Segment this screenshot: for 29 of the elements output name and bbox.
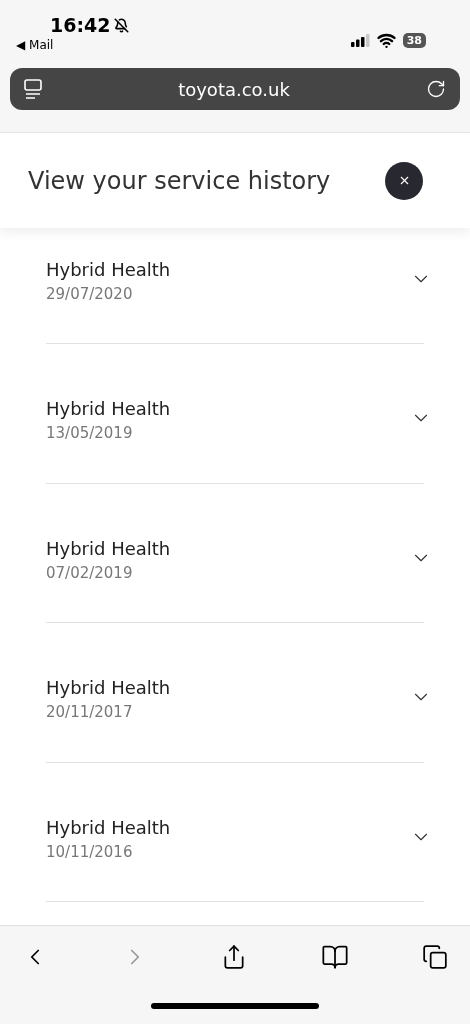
wifi-icon: [376, 31, 396, 50]
service-item[interactable]: Hybrid Health 10/11/2016: [46, 762, 424, 902]
service-name: Hybrid Health: [46, 676, 171, 700]
service-name: Hybrid Health: [46, 536, 171, 561]
service-item[interactable]: Hybrid Health 13/05/2019: [46, 344, 424, 484]
panel-title: View your service history: [28, 165, 331, 197]
page-menu-icon[interactable]: [24, 79, 42, 99]
url-text: toyota.co.uk: [178, 77, 290, 102]
service-name: Hybrid Health: [46, 397, 171, 421]
clock-time: 16:42: [50, 16, 111, 35]
service-name: Hybrid Health: [46, 815, 171, 840]
back-to-app-link[interactable]: ◀ Mail: [16, 39, 130, 51]
bookmarks-icon[interactable]: [320, 943, 349, 971]
close-button[interactable]: [385, 161, 423, 200]
service-date: 29/07/2020: [46, 284, 134, 305]
signal-icon: [350, 34, 370, 47]
reload-icon[interactable]: [426, 79, 446, 99]
service-date: 20/11/2017: [46, 702, 134, 723]
address-bar[interactable]: toyota.co.uk: [10, 68, 460, 110]
service-date: 07/02/2019: [46, 562, 134, 584]
service-item[interactable]: Hybrid Health 29/07/2020: [46, 228, 424, 344]
tabs-icon[interactable]: [422, 944, 448, 970]
service-item[interactable]: Hybrid Health 20/11/2017: [46, 623, 424, 763]
service-item[interactable]: Hybrid Health 07/02/2019: [46, 483, 424, 623]
service-date: 13/05/2019: [46, 423, 134, 444]
service-name: Hybrid Health: [46, 258, 171, 282]
share-icon[interactable]: [221, 944, 247, 970]
service-date: 10/11/2016: [46, 841, 134, 863]
battery-indicator: 38: [402, 33, 426, 48]
